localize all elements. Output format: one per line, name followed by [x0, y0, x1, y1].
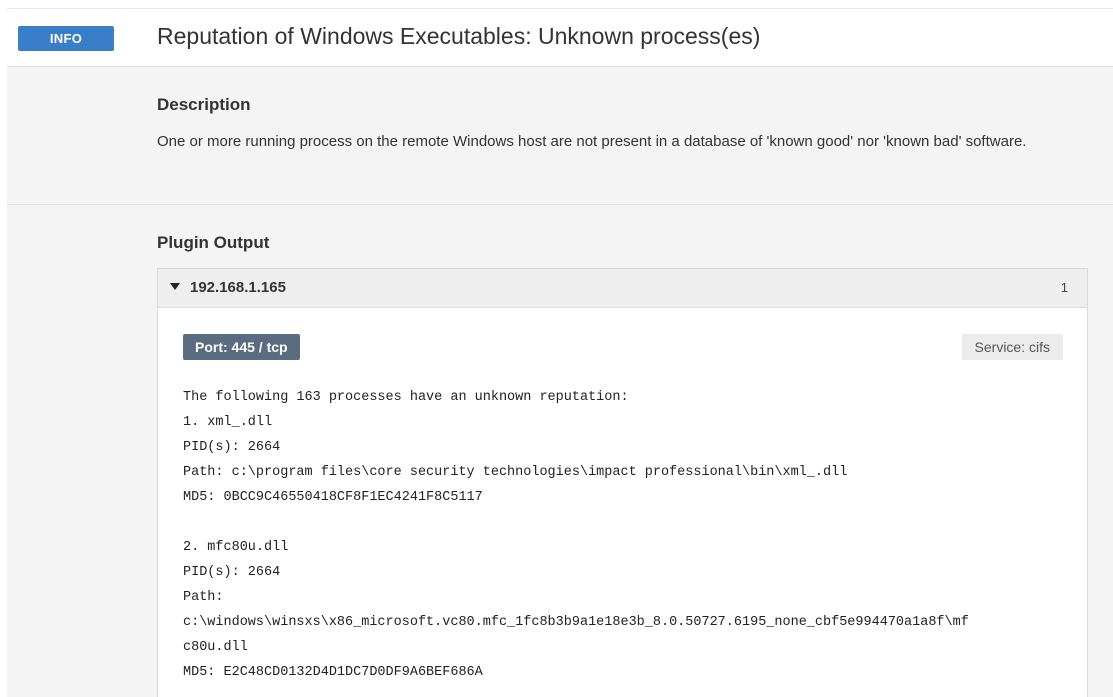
plugin-header: INFO Reputation of Windows Executables: … — [7, 9, 1113, 67]
host-panel-toggle[interactable]: 192.168.1.165 1 — [158, 269, 1087, 308]
output-line: 2. mfc80u.dll — [183, 540, 289, 555]
output-line: MD5: 0BCC9C46550418CF8F1EC4241F8C5117 — [183, 490, 483, 505]
output-line: c:\windows\winsxs\x86_microsoft.vc80.mfc… — [183, 615, 969, 630]
host-output-panel: 192.168.1.165 1 Port: 445 / tcp Service:… — [157, 268, 1088, 697]
output-line: c80u.dll — [183, 640, 248, 655]
port-badge: Port: 445 / tcp — [183, 334, 300, 360]
output-line: Path: c:\program files\core security tec… — [183, 465, 848, 480]
output-line: PID(s): 2664 — [183, 565, 281, 580]
plugin-output-text: The following 163 processes have an unkn… — [183, 385, 1073, 685]
severity-badge: INFO — [18, 26, 114, 51]
plugin-output-heading: Plugin Output — [157, 233, 270, 252]
service-badge: Service: cifs — [961, 334, 1063, 360]
output-line: The following 163 processes have an unkn… — [183, 390, 629, 405]
plugin-detail-page: INFO Reputation of Windows Executables: … — [0, 0, 1113, 697]
plugin-output-section: Plugin Output 192.168.1.165 1 Port: 445 … — [7, 205, 1113, 697]
plugin-title: Reputation of Windows Executables: Unkno… — [157, 23, 761, 49]
host-count: 1 — [1060, 280, 1068, 295]
output-line: Path: — [183, 590, 224, 605]
description-heading: Description — [157, 95, 251, 114]
host-ip: 192.168.1.165 — [190, 279, 286, 296]
description-text: One or more running process on the remot… — [157, 133, 1027, 150]
output-line: 1. xml_.dll — [183, 415, 273, 430]
caret-down-icon[interactable] — [170, 283, 180, 290]
output-line: PID(s): 2664 — [183, 440, 281, 455]
output-line: MD5: E2C48CD0132D4D1DC7D0DF9A6BEF686A — [183, 665, 483, 680]
description-section: Description One or more running process … — [7, 67, 1113, 205]
